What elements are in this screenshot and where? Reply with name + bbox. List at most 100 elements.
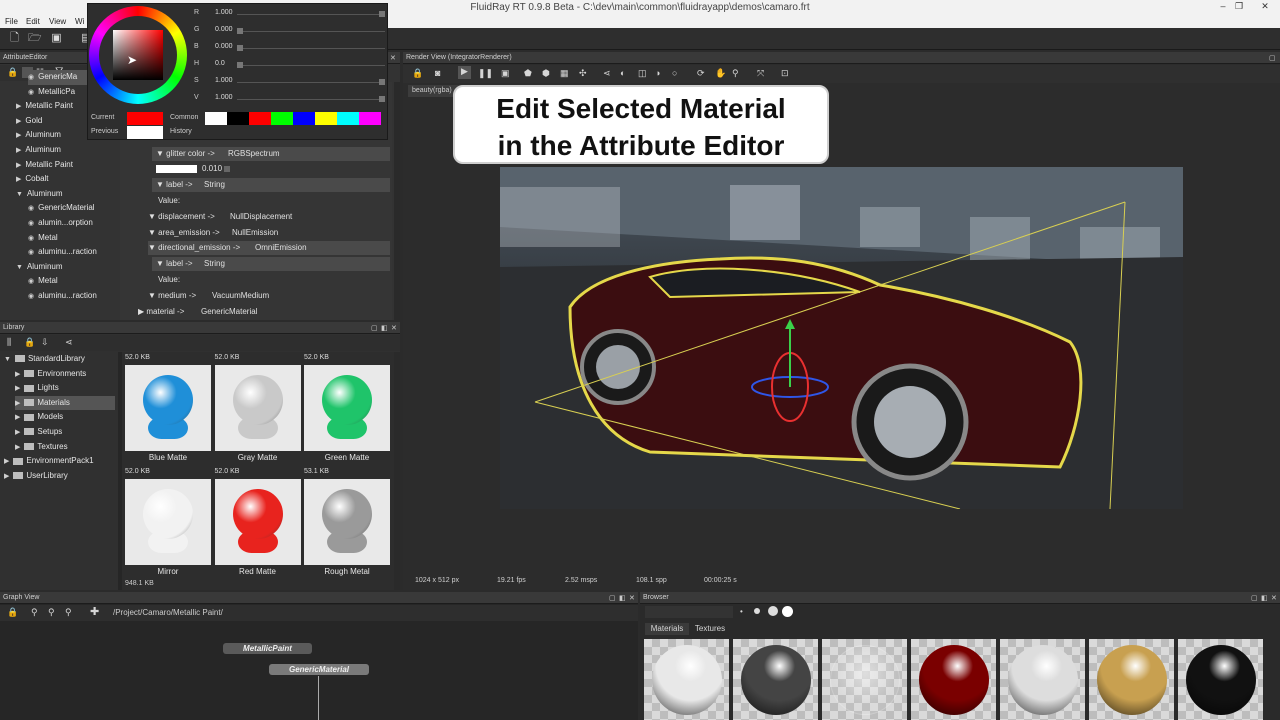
attr-directional-emission[interactable]: ▼ directional_emission -> OmniEmission	[148, 241, 390, 255]
close-icon[interactable]: ✕	[390, 54, 396, 62]
expand-right-icon[interactable]: ▶	[16, 162, 21, 169]
frame-icon[interactable]: ⊡	[781, 68, 789, 79]
exposure-icon[interactable]: ◑	[655, 68, 660, 78]
expand-right-icon[interactable]: ▶	[15, 385, 20, 392]
material-icon[interactable]: ⬟	[524, 68, 532, 79]
current-color-swatch[interactable]	[127, 112, 163, 125]
close-icon[interactable]: ✕	[391, 324, 397, 332]
slider-value[interactable]: 0.000	[215, 26, 233, 33]
attr-medium[interactable]: ▼ medium -> VacuumMedium	[148, 289, 388, 303]
contrast-icon[interactable]: ◐	[620, 68, 625, 78]
slider-value[interactable]: 1.000	[215, 9, 233, 16]
expand-down-icon[interactable]: ▼	[16, 191, 23, 198]
open-folder-icon[interactable]: 🗁	[28, 32, 42, 45]
common-color-swatch[interactable]	[205, 112, 227, 125]
slider-knob[interactable]	[237, 62, 243, 68]
browser-material-item[interactable]	[644, 639, 729, 720]
common-color-swatch[interactable]	[337, 112, 359, 125]
float-icon[interactable]: ▢	[371, 324, 378, 332]
slider-track[interactable]	[237, 65, 385, 66]
split-icon[interactable]: ◫	[638, 68, 647, 79]
tree-item[interactable]: ▼ Aluminum	[16, 260, 63, 275]
close-button[interactable]: ✕	[1256, 1, 1274, 14]
attr-displacement[interactable]: ▼ displacement -> NullDisplacement	[148, 210, 388, 224]
slider-track[interactable]	[237, 99, 385, 100]
expand-right-icon[interactable]: ▶	[15, 400, 20, 407]
lock-icon[interactable]: 🔒	[7, 607, 18, 618]
tree-item[interactable]: ▶ Metallic Paint	[16, 99, 73, 114]
float-icon[interactable]: ▢	[1251, 594, 1258, 602]
camera-icon[interactable]: ◙	[435, 68, 440, 78]
tree-item[interactable]: ◉ aluminu...raction	[28, 245, 97, 260]
attr-area-emission[interactable]: ▼ area_emission -> NullEmission	[148, 226, 388, 240]
saturation-value-square[interactable]	[113, 30, 163, 80]
expand-right-icon[interactable]: ▶	[15, 414, 20, 421]
slider-value[interactable]: 1.000	[215, 94, 233, 101]
expand-right-icon[interactable]: ▶	[15, 444, 20, 451]
float-icon[interactable]: ▢	[1269, 54, 1276, 62]
browser-material-item[interactable]	[733, 639, 818, 720]
zoom-fit-icon[interactable]: ⚲	[65, 607, 72, 618]
expand-right-icon[interactable]: ▶	[4, 458, 9, 465]
tree-item[interactable]: ◉ Metal	[28, 231, 58, 246]
size-small-icon[interactable]: •	[740, 607, 743, 616]
tree-item[interactable]: ▼ Aluminum	[16, 187, 63, 202]
library-thumbnail[interactable]: 52.0 KB Blue Matte	[125, 354, 211, 462]
previous-color-swatch[interactable]	[127, 126, 163, 139]
color-swatch[interactable]	[156, 165, 197, 173]
tree-item[interactable]: ◉ MetallicPa	[28, 85, 75, 100]
attr-label[interactable]: ▼ label -> String	[152, 178, 390, 192]
library-tree-item[interactable]: ▶ Setups	[15, 425, 62, 440]
expand-right-icon[interactable]: ▶	[15, 429, 20, 436]
common-color-swatch[interactable]	[359, 112, 381, 125]
render-image[interactable]	[500, 167, 1183, 509]
tree-item[interactable]: ◉ aluminu...raction	[28, 289, 97, 304]
layout-icon[interactable]: ▦	[560, 68, 569, 79]
slider-track[interactable]	[237, 82, 385, 83]
puzzle-icon[interactable]: ✣	[579, 68, 587, 79]
pin-icon[interactable]: ◧	[619, 594, 626, 602]
tree-item[interactable]: ◉ GenericMaterial	[28, 201, 95, 216]
attr-material[interactable]: ▶ material -> GenericMaterial	[138, 305, 388, 319]
menu-file[interactable]: File	[5, 17, 18, 26]
tree-item[interactable]: ▶ Metallic Paint	[16, 158, 73, 173]
share-icon[interactable]: ⋖	[603, 68, 611, 79]
library-thumbnail[interactable]: 53.1 KB Rough Metal	[304, 468, 390, 576]
expand-right-icon[interactable]: ▶	[16, 103, 21, 110]
library-tree-item[interactable]: ▶ Models	[15, 410, 63, 425]
size-medium-icon[interactable]	[754, 608, 760, 614]
zoom-icon[interactable]: ⚲	[732, 68, 739, 79]
browser-material-item[interactable]	[1000, 639, 1085, 720]
library-thumbnail[interactable]: 52.0 KB Gray Matte	[214, 354, 301, 462]
expand-right-icon[interactable]: ▶	[16, 132, 21, 139]
browser-search-input[interactable]	[645, 606, 733, 618]
import-icon[interactable]: ⇩	[41, 337, 49, 348]
library-scrollbar[interactable]	[394, 352, 400, 590]
slider-track[interactable]	[237, 48, 385, 49]
slider-handle[interactable]	[224, 166, 230, 172]
library-tree-item[interactable]: ▼ StandardLibrary	[4, 352, 85, 367]
play-icon[interactable]: ▶	[458, 66, 471, 79]
pause-icon[interactable]: ❚❚	[478, 68, 493, 79]
save-icon[interactable]: ▣	[50, 32, 63, 45]
group-icon[interactable]: ⬢	[542, 68, 550, 79]
expand-right-icon[interactable]: ▶	[16, 176, 21, 183]
graph-node-generic-material[interactable]: GenericMaterial	[269, 664, 369, 675]
slider-knob[interactable]	[379, 96, 385, 102]
library-tree-item[interactable]: ▶ Materials	[15, 395, 115, 411]
library-icon[interactable]: ⫼	[7, 337, 11, 348]
close-icon[interactable]: ✕	[1271, 594, 1277, 602]
library-tree-item[interactable]: ▶ EnvironmentPack1	[4, 454, 94, 469]
tab-materials[interactable]: Materials	[645, 623, 689, 635]
slider-knob[interactable]	[379, 11, 385, 17]
add-icon[interactable]: ✚	[90, 605, 99, 618]
slider-track[interactable]	[237, 31, 385, 32]
tree-item[interactable]: ▶ Aluminum	[16, 143, 61, 158]
browser-material-item[interactable]	[1178, 639, 1263, 720]
menu-edit[interactable]: Edit	[26, 17, 40, 26]
library-tree-item[interactable]: ▶ Textures	[15, 440, 68, 455]
slider-value[interactable]: 1.000	[215, 77, 233, 84]
graph-node-metallic-paint[interactable]: MetallicPaint	[223, 643, 312, 654]
slider-knob[interactable]	[237, 28, 243, 34]
fit-icon[interactable]: ⤧	[757, 68, 764, 79]
